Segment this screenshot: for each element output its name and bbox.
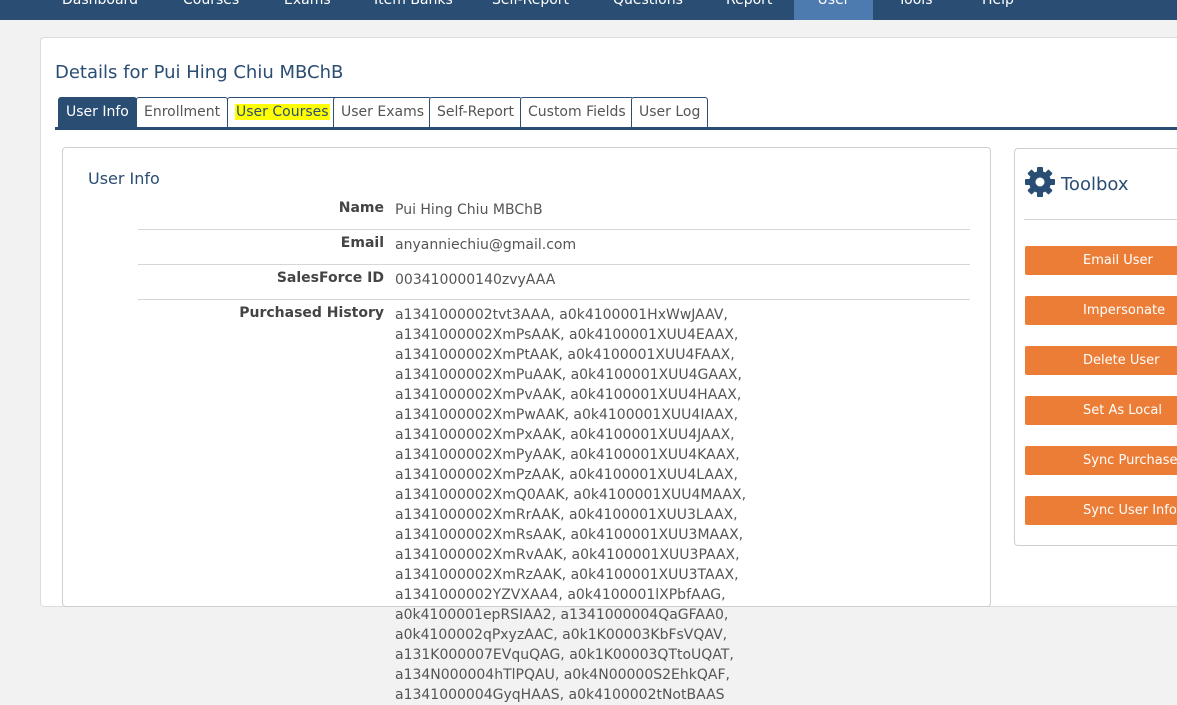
toolbox-divider bbox=[1024, 219, 1177, 220]
tab-custom-fields-label: Custom Fields bbox=[528, 104, 626, 120]
nav-item-tools[interactable]: Tools bbox=[898, 0, 933, 20]
tab-user-exams[interactable]: User Exams bbox=[333, 97, 433, 128]
set-as-local-button[interactable]: Set As Local bbox=[1025, 396, 1177, 425]
toolbox-header: Toolbox bbox=[1024, 166, 1129, 202]
tab-user-info-label: User Info bbox=[66, 104, 129, 120]
sync-user-info-button[interactable]: Sync User Info bbox=[1025, 496, 1177, 525]
tab-user-courses-label: User Courses bbox=[235, 104, 330, 120]
toolbox-title: Toolbox bbox=[1061, 173, 1129, 195]
nav-item-item-banks[interactable]: Item Banks bbox=[374, 0, 453, 20]
user-info-title: User Info bbox=[88, 169, 160, 188]
email-label: Email bbox=[340, 235, 384, 251]
name-value: Pui Hing Chiu MBChB bbox=[395, 202, 543, 218]
email-user-button[interactable]: Email User bbox=[1025, 246, 1177, 275]
tab-user-info[interactable]: User Info bbox=[58, 97, 137, 129]
nav-item-questions[interactable]: Questions bbox=[613, 0, 683, 20]
page-title: Details for Pui Hing Chiu MBChB bbox=[55, 62, 344, 83]
nav-item-help[interactable]: Help bbox=[982, 0, 1014, 20]
info-row-salesforce-id: SalesForce ID 003410000140zvyAAA bbox=[138, 270, 970, 300]
tab-user-exams-label: User Exams bbox=[341, 104, 425, 120]
nav-item-dashboard[interactable]: Dashboard bbox=[62, 0, 138, 20]
nav-item-report[interactable]: Report bbox=[726, 0, 772, 20]
delete-user-button[interactable]: Delete User bbox=[1025, 346, 1177, 375]
email-value: anyanniechiu@gmail.com bbox=[395, 237, 577, 253]
gear-icon bbox=[1024, 166, 1056, 202]
purchased-history-value: a1341000002tvt3AAA, a0k4100001HxWwJAAV, … bbox=[395, 307, 747, 703]
tab-self-report[interactable]: Self-Report bbox=[429, 97, 523, 128]
tab-user-log[interactable]: User Log bbox=[631, 97, 709, 128]
tab-underline bbox=[55, 127, 1177, 130]
info-row-email: Email anyanniechiu@gmail.com bbox=[138, 235, 970, 265]
info-row-purchased-history: Purchased History a1341000002tvt3AAA, a0… bbox=[138, 305, 970, 703]
nav-item-courses[interactable]: Courses bbox=[183, 0, 239, 20]
salesforce-id-value: 003410000140zvyAAA bbox=[395, 272, 556, 288]
tab-enrollment[interactable]: Enrollment bbox=[136, 97, 229, 128]
impersonate-button[interactable]: Impersonate bbox=[1025, 296, 1177, 325]
name-label: Name bbox=[338, 200, 384, 216]
tab-user-log-label: User Log bbox=[639, 104, 701, 120]
top-nav: Dashboard Courses Exams Item Banks Self-… bbox=[0, 0, 1177, 20]
user-tabs: User Info Enrollment User Courses User E… bbox=[0, 97, 1177, 130]
tab-custom-fields[interactable]: Custom Fields bbox=[520, 97, 634, 128]
tab-self-report-label: Self-Report bbox=[437, 104, 515, 120]
salesforce-id-label: SalesForce ID bbox=[276, 270, 384, 286]
tab-user-courses[interactable]: User Courses bbox=[227, 97, 338, 128]
nav-item-user[interactable]: User bbox=[794, 0, 873, 20]
info-row-name: Name Pui Hing Chiu MBChB bbox=[138, 200, 970, 230]
purchased-history-label: Purchased History bbox=[239, 305, 384, 321]
sync-purchase-button[interactable]: Sync Purchase bbox=[1025, 446, 1177, 475]
nav-item-self-report[interactable]: Self-Report bbox=[492, 0, 569, 20]
tab-enrollment-label: Enrollment bbox=[144, 104, 221, 120]
nav-item-exams[interactable]: Exams bbox=[284, 0, 331, 20]
